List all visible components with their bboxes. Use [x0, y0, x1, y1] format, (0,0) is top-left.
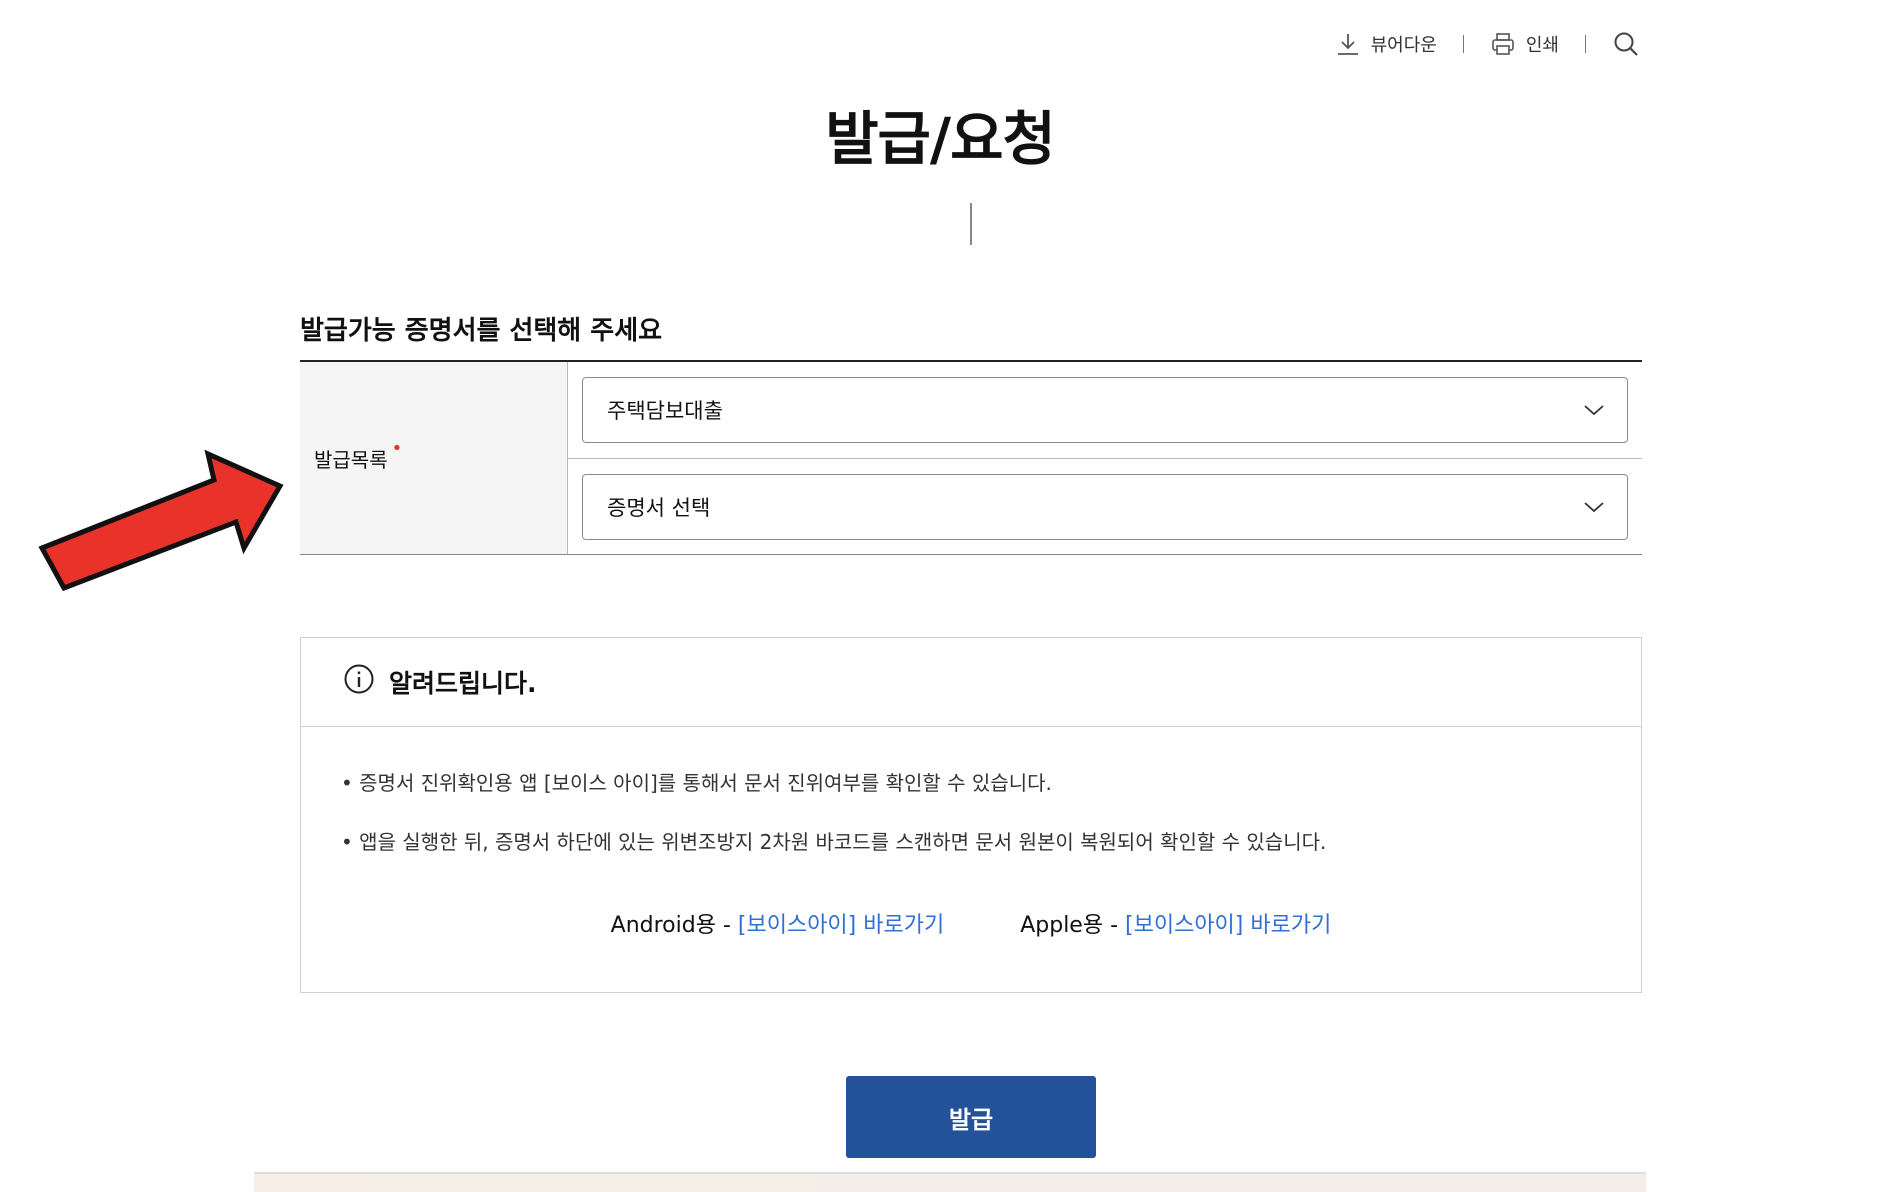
info-icon [343, 663, 375, 701]
title-divider [970, 203, 972, 245]
chevron-down-icon [1583, 495, 1605, 519]
chevron-down-icon [1583, 398, 1605, 422]
viewer-download-button[interactable]: 뷰어다운 [1335, 31, 1437, 57]
category-select-value: 주택담보대출 [607, 399, 723, 423]
certificate-select-value: 증명서 선택 [607, 495, 711, 520]
notice-box: 알려드립니다. • 증명서 진위확인용 앱 [보이스 아이]를 통해서 문서 진… [300, 637, 1642, 993]
footer-strip [254, 1172, 1646, 1192]
top-toolbar: 뷰어다운 인쇄 [1335, 30, 1640, 58]
notice-line: • 앱을 실행한 뒤, 증명서 하단에 있는 위변조방지 2차원 바코드를 스캔… [341, 830, 1327, 854]
search-button[interactable] [1612, 30, 1640, 58]
app-links-row: Android용 - [보이스아이] 바로가기 Apple용 - [보이스아이]… [341, 907, 1641, 939]
viewer-download-label: 뷰어다운 [1370, 35, 1437, 56]
select-row: 주택담보대출 [568, 362, 1642, 458]
field-label-cell: 발급목록 • [300, 362, 568, 554]
apple-link-group: Apple용 - [보이스아이] 바로가기 [1020, 907, 1331, 939]
apple-label: Apple용 - [1020, 913, 1126, 938]
print-label: 인쇄 [1525, 35, 1559, 56]
required-marker: • [391, 437, 403, 459]
notice-header: 알려드립니다. [301, 638, 1641, 727]
issue-form-table: 발급목록 • 주택담보대출 증명서 선택 [300, 360, 1642, 555]
notice-title: 알려드립니다. [389, 669, 537, 698]
certificate-select[interactable]: 증명서 선택 [582, 473, 1628, 540]
printer-icon [1490, 31, 1516, 57]
page-title: 발급/요청 [825, 105, 1056, 173]
print-button[interactable]: 인쇄 [1490, 31, 1559, 57]
search-icon [1612, 30, 1640, 58]
notice-line: • 증명서 진위확인용 앱 [보이스 아이]를 통해서 문서 진위여부를 확인할… [341, 771, 1052, 795]
android-voiceeye-link[interactable]: [보이스아이] 바로가기 [738, 913, 944, 938]
issue-button[interactable]: 발급 [846, 1076, 1096, 1158]
category-select[interactable]: 주택담보대출 [582, 377, 1628, 443]
red-arrow-icon [38, 449, 284, 592]
toolbar-divider [1585, 35, 1586, 53]
section-heading: 발급가능 증명서를 선택해 주세요 [300, 316, 663, 346]
download-icon [1335, 31, 1361, 57]
notice-body: • 증명서 진위확인용 앱 [보이스 아이]를 통해서 문서 진위여부를 확인할… [301, 727, 1641, 939]
android-label: Android용 - [610, 913, 738, 938]
select-row: 증명서 선택 [568, 458, 1642, 554]
toolbar-divider [1462, 35, 1464, 53]
form-inputs: 주택담보대출 증명서 선택 [568, 362, 1642, 554]
android-link-group: Android용 - [보이스아이] 바로가기 [611, 907, 945, 939]
apple-voiceeye-link[interactable]: [보이스아이] 바로가기 [1125, 913, 1331, 938]
field-label: 발급목록 [314, 447, 388, 472]
